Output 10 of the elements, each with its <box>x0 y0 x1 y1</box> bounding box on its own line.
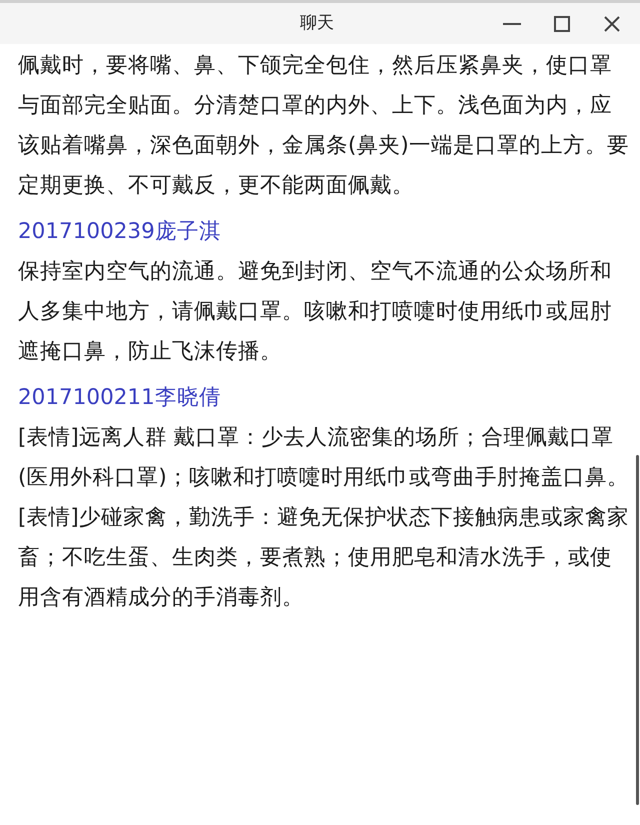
close-icon <box>604 16 620 32</box>
window-title: 聊天 <box>300 12 334 35</box>
message-text: 佩戴时，要将嘴、鼻、下颌完全包住，然后压紧鼻夹，使口罩与面部完全贴面。分清楚口罩的内外、上下。浅色面为内，应该贴着嘴鼻，深色面朝外，金属条(鼻夹)一端是口罩的上方。要定期更换、不可戴反，更不能两面佩戴。 <box>18 52 630 200</box>
maximize-icon <box>554 16 570 32</box>
minimize-icon <box>503 22 521 24</box>
message-text: [表情]远离人群 戴口罩：少去人流密集的场所；合理佩戴口罩(医用外科口罩)；咳嗽和打喷嚏时用纸巾或弯曲手肘掩盖口鼻。 <box>18 424 630 492</box>
sender-name: 2017100239庞子淇 <box>18 218 222 246</box>
message-text: [表情]少碰家禽，勤洗手：避免无保护状态下接触病患或家禽家畜；不吃生蛋、生肉类，要煮熟；使用肥皂和清水洗手，或使用含有酒精成分的手消毒剂。 <box>18 504 630 612</box>
message-text: 保持室内空气的流通。避免到封闭、空气不流通的公众场所和人多集中地方，请佩戴口罩。咳嗽和打喷嚏时使用纸巾或屈肘遮掩口鼻，防止飞沫传播。 <box>18 258 613 366</box>
sender-name: 2017100211李晓倩 <box>18 384 222 412</box>
